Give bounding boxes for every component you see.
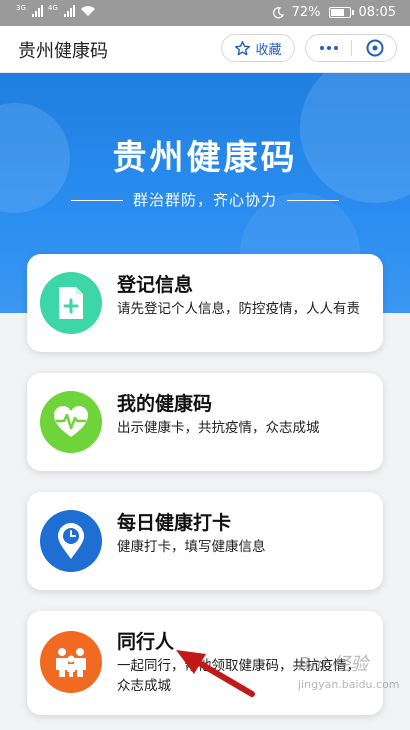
watermark: Bai 经验 jingyan.baidu.com bbox=[298, 650, 400, 700]
watermark-url: jingyan.baidu.com bbox=[298, 678, 400, 691]
red-arrow-icon bbox=[176, 650, 255, 697]
watermark-text: Bai 经验 bbox=[298, 654, 369, 675]
